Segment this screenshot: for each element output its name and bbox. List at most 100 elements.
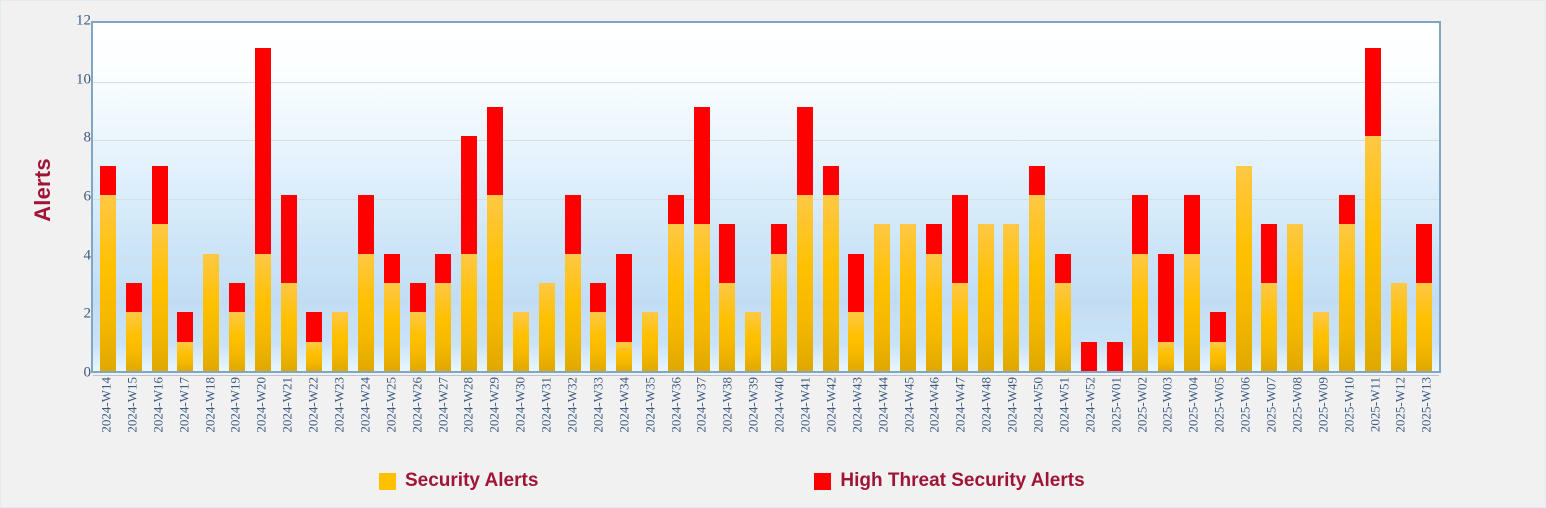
bar-stack[interactable] [822, 165, 839, 371]
bar-segment-high-threat[interactable] [125, 283, 142, 313]
bar-segment-high-threat[interactable] [461, 136, 478, 254]
bar-segment-security-alerts[interactable] [1313, 312, 1330, 371]
bar-segment-high-threat[interactable] [435, 253, 452, 283]
bar-stack[interactable] [874, 224, 891, 371]
bar-segment-high-threat[interactable] [306, 312, 323, 342]
bar-stack[interactable] [693, 107, 710, 371]
bar-segment-high-threat[interactable] [1158, 253, 1175, 342]
bar-segment-high-threat[interactable] [1184, 195, 1201, 254]
bar-segment-high-threat[interactable] [1261, 224, 1278, 283]
bar-segment-security-alerts[interactable] [461, 253, 478, 371]
bar-segment-security-alerts[interactable] [1390, 283, 1407, 371]
bar-stack[interactable] [796, 107, 813, 371]
bar-segment-security-alerts[interactable] [487, 195, 504, 371]
bar-segment-security-alerts[interactable] [641, 312, 658, 371]
bar-segment-security-alerts[interactable] [719, 283, 736, 371]
bar-segment-high-threat[interactable] [719, 224, 736, 283]
bar-stack[interactable] [151, 165, 168, 371]
bar-stack[interactable] [564, 195, 581, 371]
bar-segment-security-alerts[interactable] [306, 341, 323, 371]
bar-stack[interactable] [1054, 253, 1071, 371]
bar-stack[interactable] [616, 253, 633, 371]
bar-stack[interactable] [538, 283, 555, 371]
bar-segment-security-alerts[interactable] [1209, 341, 1226, 371]
bar-segment-security-alerts[interactable] [900, 224, 917, 371]
bar-segment-security-alerts[interactable] [1158, 341, 1175, 371]
bar-segment-security-alerts[interactable] [590, 312, 607, 371]
bar-stack[interactable] [1313, 312, 1330, 371]
bar-stack[interactable] [667, 195, 684, 371]
bar-segment-high-threat[interactable] [1106, 341, 1123, 371]
bar-segment-security-alerts[interactable] [332, 312, 349, 371]
bar-segment-high-threat[interactable] [822, 165, 839, 195]
bar-stack[interactable] [1003, 224, 1020, 371]
bar-segment-high-threat[interactable] [1338, 195, 1355, 225]
bar-segment-security-alerts[interactable] [538, 283, 555, 371]
bar-segment-security-alerts[interactable] [796, 195, 813, 371]
bar-stack[interactable] [771, 224, 788, 371]
bar-segment-security-alerts[interactable] [1235, 165, 1252, 371]
bar-segment-security-alerts[interactable] [1132, 253, 1149, 371]
bar-stack[interactable] [461, 136, 478, 371]
bar-segment-high-threat[interactable] [1364, 48, 1381, 137]
legend-item-high-threat-security-alerts[interactable]: High Threat Security Alerts [814, 470, 1085, 492]
bar-segment-high-threat[interactable] [177, 312, 194, 342]
bar-stack[interactable] [1209, 312, 1226, 371]
bar-segment-security-alerts[interactable] [125, 312, 142, 371]
bar-segment-security-alerts[interactable] [151, 224, 168, 371]
bar-segment-security-alerts[interactable] [1261, 283, 1278, 371]
bar-stack[interactable] [719, 224, 736, 371]
bar-stack[interactable] [925, 224, 942, 371]
bar-segment-high-threat[interactable] [1209, 312, 1226, 342]
bar-segment-security-alerts[interactable] [925, 253, 942, 371]
bar-segment-security-alerts[interactable] [1029, 195, 1046, 371]
bar-stack[interactable] [280, 195, 297, 371]
bar-segment-high-threat[interactable] [280, 195, 297, 283]
bar-segment-security-alerts[interactable] [1364, 136, 1381, 371]
legend-item-security-alerts[interactable]: Security Alerts [379, 470, 538, 492]
bar-stack[interactable] [228, 283, 245, 371]
bar-stack[interactable] [99, 165, 116, 371]
bar-stack[interactable] [951, 195, 968, 371]
bar-segment-security-alerts[interactable] [977, 224, 994, 371]
bar-segment-security-alerts[interactable] [1416, 283, 1433, 371]
bar-stack[interactable] [332, 312, 349, 371]
bar-segment-security-alerts[interactable] [951, 283, 968, 371]
bar-stack[interactable] [1338, 195, 1355, 371]
bar-segment-security-alerts[interactable] [203, 253, 220, 371]
bar-stack[interactable] [1287, 224, 1304, 371]
bar-stack[interactable] [383, 253, 400, 371]
bar-segment-security-alerts[interactable] [745, 312, 762, 371]
bar-segment-high-threat[interactable] [151, 165, 168, 225]
bar-stack[interactable] [977, 224, 994, 371]
bar-stack[interactable] [745, 312, 762, 371]
bar-stack[interactable] [1261, 224, 1278, 371]
bar-segment-security-alerts[interactable] [693, 224, 710, 371]
bar-stack[interactable] [1132, 195, 1149, 371]
bar-segment-high-threat[interactable] [590, 283, 607, 313]
bar-stack[interactable] [848, 253, 865, 371]
bar-segment-security-alerts[interactable] [874, 224, 891, 371]
bar-segment-security-alerts[interactable] [1338, 224, 1355, 371]
bar-stack[interactable] [1080, 341, 1097, 371]
bar-segment-security-alerts[interactable] [409, 312, 426, 371]
bar-segment-high-threat[interactable] [1080, 341, 1097, 371]
bar-stack[interactable] [1029, 165, 1046, 371]
bar-stack[interactable] [125, 283, 142, 371]
bar-segment-security-alerts[interactable] [254, 253, 271, 371]
bar-stack[interactable] [1106, 341, 1123, 371]
bar-stack[interactable] [590, 283, 607, 371]
bar-segment-security-alerts[interactable] [564, 253, 581, 371]
bar-stack[interactable] [1184, 195, 1201, 371]
bar-stack[interactable] [1416, 224, 1433, 371]
bar-stack[interactable] [1390, 283, 1407, 371]
bar-segment-high-threat[interactable] [1416, 224, 1433, 283]
bar-segment-high-threat[interactable] [1029, 165, 1046, 195]
bar-segment-high-threat[interactable] [1132, 195, 1149, 254]
bar-stack[interactable] [641, 312, 658, 371]
bar-segment-security-alerts[interactable] [822, 195, 839, 371]
bar-stack[interactable] [435, 253, 452, 371]
bar-segment-high-threat[interactable] [228, 283, 245, 313]
bar-segment-security-alerts[interactable] [667, 224, 684, 371]
bar-segment-high-threat[interactable] [99, 165, 116, 195]
